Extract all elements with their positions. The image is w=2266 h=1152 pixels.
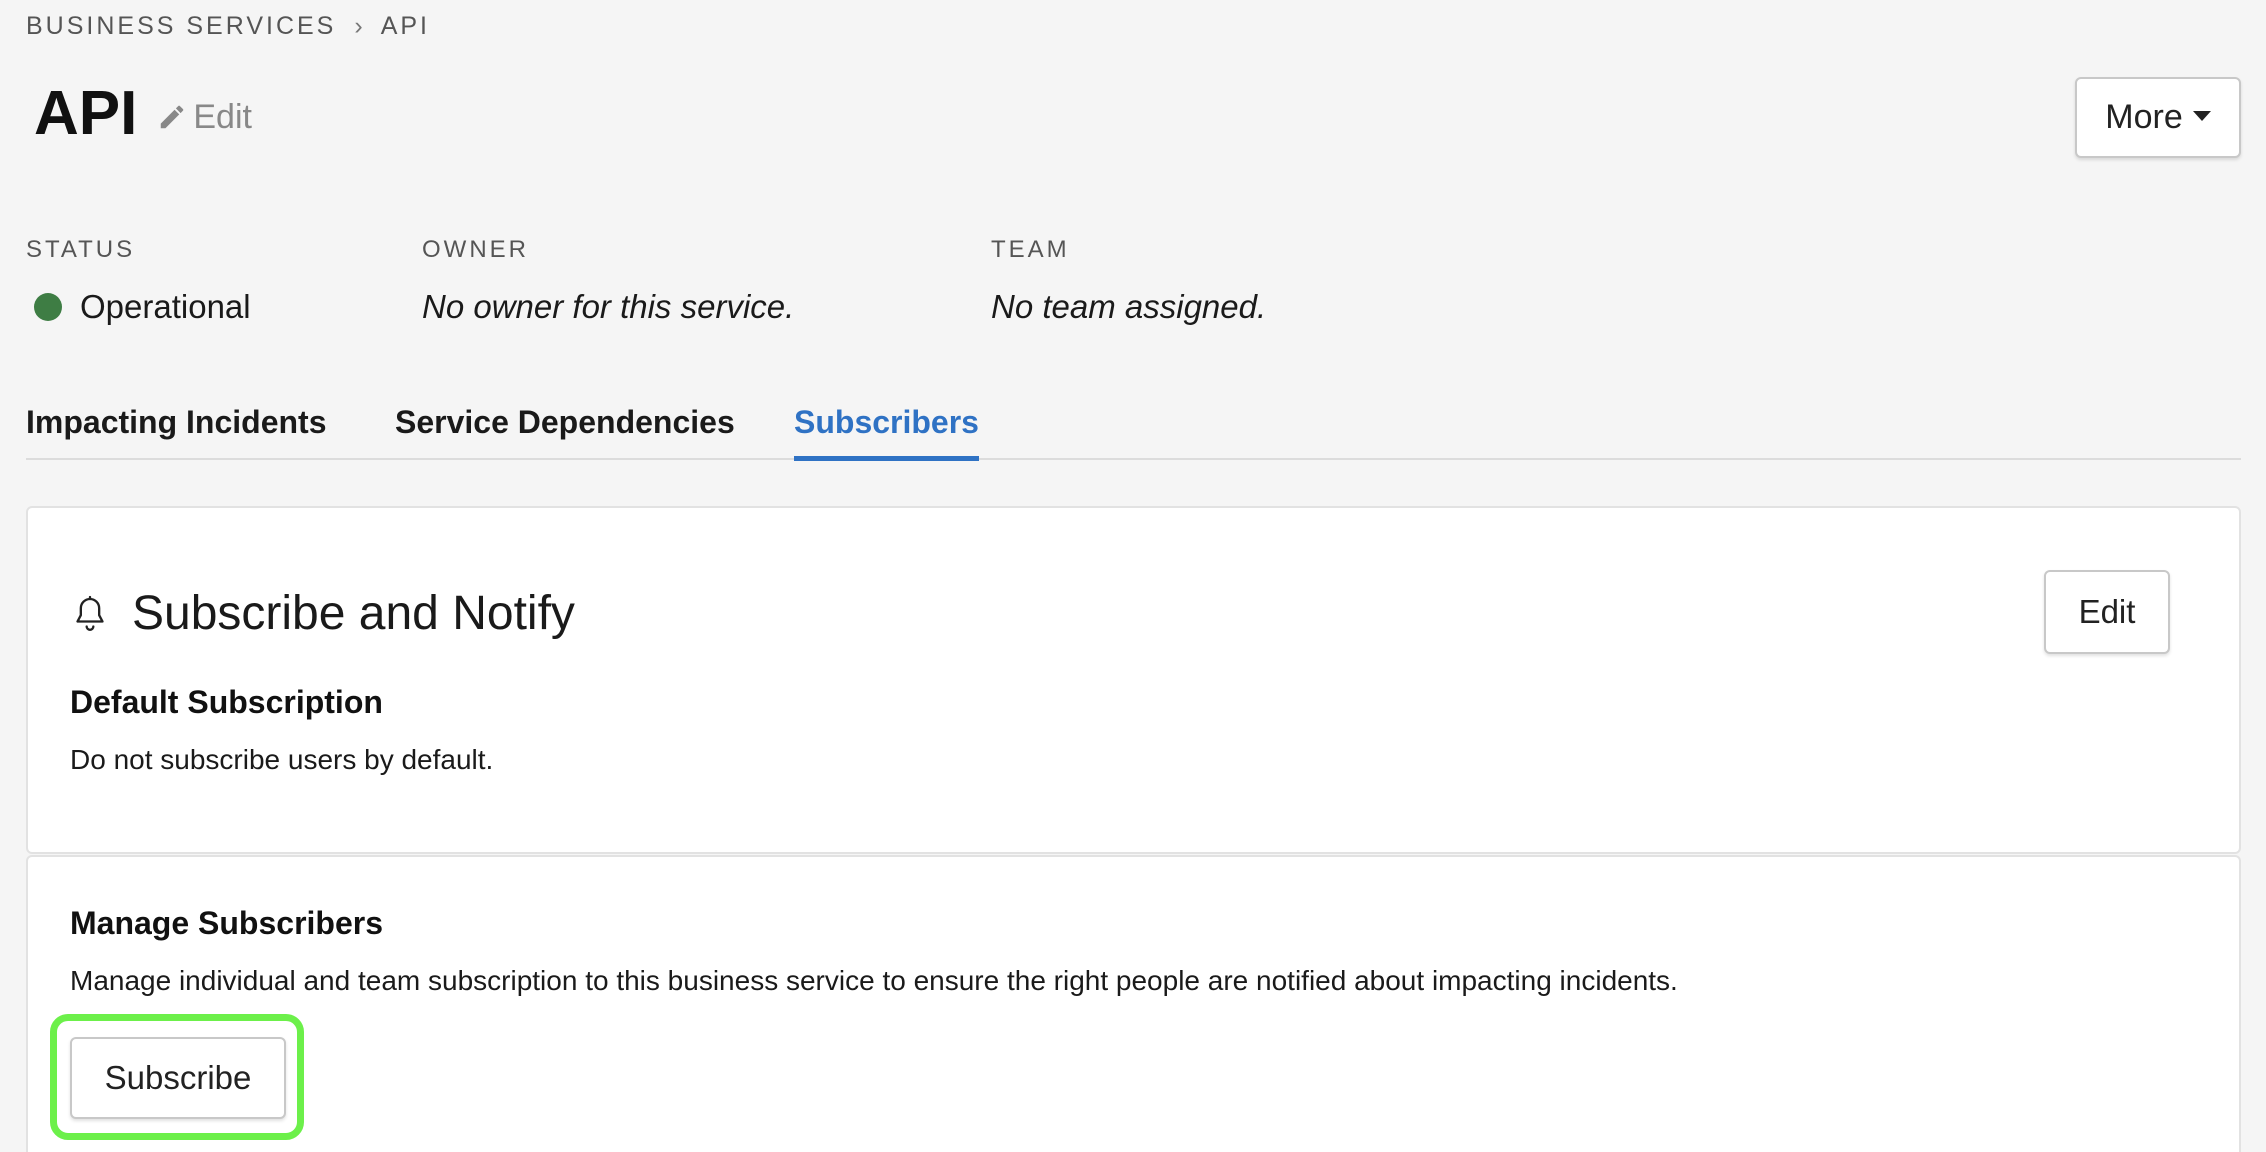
manage-subscribers-title: Manage Subscribers [70,905,383,941]
team-value: No team assigned. [991,288,1267,325]
status-field: STATUS Operational [26,236,251,326]
team-label: TEAM [991,236,1070,263]
edit-subscription-button[interactable]: Edit [2044,570,2170,654]
page: BUSINESS SERVICES › API API Edit More ST… [0,0,2266,1152]
team-field: TEAM No team assigned. [991,236,1266,326]
owner-label: OWNER [422,236,529,263]
breadcrumb-separator: › [354,12,363,40]
tab-impacting-incidents[interactable]: Impacting Incidents [26,404,326,456]
default-subscription-text: Do not subscribe users by default. [70,744,494,775]
subscribe-notify-card: Subscribe and Notify Edit Default Subscr… [26,506,2241,854]
manage-subscribers-card: Manage Subscribers Manage individual and… [26,855,2241,1152]
page-title: API [34,79,138,148]
tab-service-dependencies[interactable]: Service Dependencies [395,404,735,456]
breadcrumb-business-services[interactable]: BUSINESS SERVICES [26,12,336,41]
status-text: Operational [80,288,251,325]
breadcrumb-current: API [380,12,430,40]
subscribe-notify-heading: Subscribe and Notify [70,586,575,641]
tab-subscribers[interactable]: Subscribers [794,404,979,461]
owner-field: OWNER No owner for this service. [422,236,794,326]
title-row: API Edit [34,78,252,150]
status-label: STATUS [26,236,136,263]
default-subscription-title: Default Subscription [70,684,383,720]
tab-bar: Impacting Incidents Service Dependencies… [26,396,2241,461]
edit-title-label: Edit [193,97,252,136]
manage-subscribers-text: Manage individual and team subscription … [70,965,1678,996]
status-dot-icon [34,293,62,321]
subscribe-notify-title: Subscribe and Notify [132,587,575,640]
caret-down-icon [2192,110,2211,121]
edit-title-link[interactable]: Edit [157,98,252,137]
bell-icon [76,595,104,631]
pencil-icon [161,105,184,129]
breadcrumb: BUSINESS SERVICES › API [26,12,430,41]
more-button[interactable]: More [2075,77,2241,158]
owner-value: No owner for this service. [422,288,795,325]
status-value: Operational [26,288,251,326]
more-button-label: More [2105,98,2183,136]
subscribe-button[interactable]: Subscribe [70,1037,286,1119]
